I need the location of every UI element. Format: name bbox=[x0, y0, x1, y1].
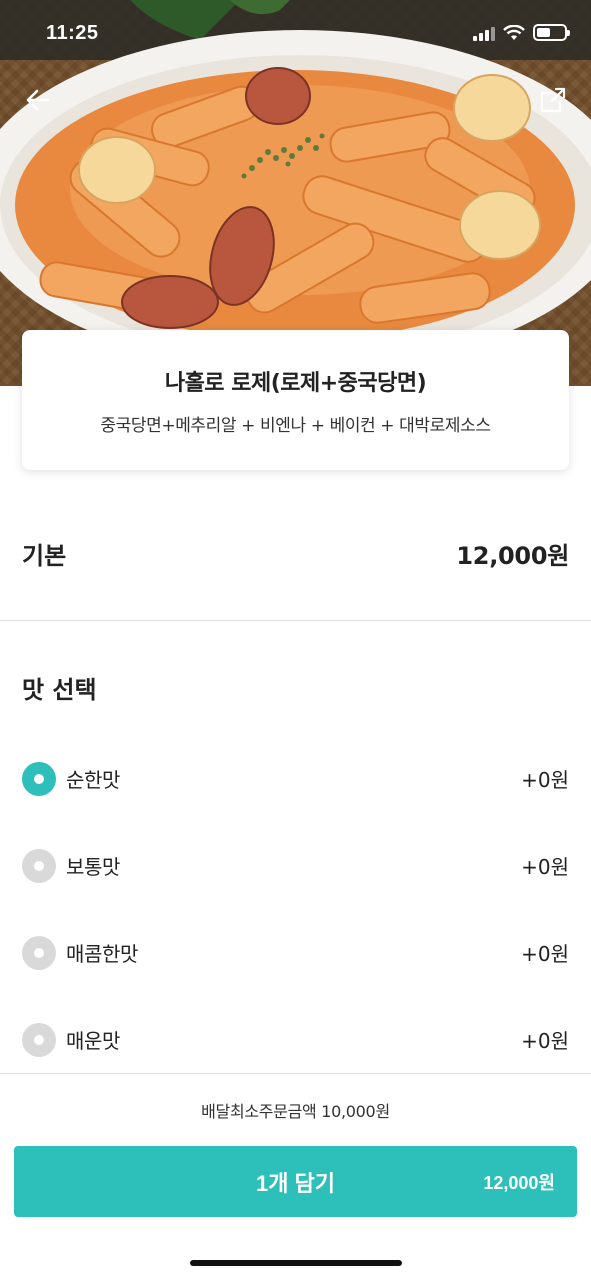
menu-info-card: 나홀로 로제(로제+중국당면) 중국당면+메추리알 + 비엔나 + 베이컨 + … bbox=[22, 330, 569, 470]
battery-icon bbox=[533, 24, 570, 41]
option-label: 매콤한맛 bbox=[66, 942, 138, 966]
taste-option-list: 순한맛 +0원 보통맛 +0원 매콤한맛 +0원 매운맛 +0원 bbox=[22, 735, 569, 1083]
share-button[interactable] bbox=[535, 82, 571, 118]
option-label: 보통맛 bbox=[66, 855, 120, 879]
signal-icon bbox=[473, 25, 495, 41]
status-icons bbox=[473, 24, 570, 41]
menu-title: 나홀로 로제(로제+중국당면) bbox=[164, 370, 427, 396]
share-icon bbox=[540, 87, 566, 113]
option-price: +0원 bbox=[521, 942, 569, 966]
radio-unchecked-icon[interactable] bbox=[22, 935, 56, 970]
add-to-cart-button[interactable]: 1개 담기 12,000원 bbox=[14, 1146, 577, 1217]
radio-checked-icon[interactable] bbox=[22, 761, 56, 796]
home-indicator bbox=[190, 1260, 402, 1266]
option-price: +0원 bbox=[521, 855, 569, 879]
taste-option-spicy[interactable]: 매운맛 +0원 bbox=[22, 996, 569, 1083]
taste-option-mild[interactable]: 순한맛 +0원 bbox=[22, 735, 569, 822]
taste-option-spicy-mild[interactable]: 매콤한맛 +0원 bbox=[22, 909, 569, 996]
option-label: 매운맛 bbox=[66, 1029, 120, 1053]
status-time: 11:25 bbox=[46, 22, 99, 44]
option-price: +0원 bbox=[521, 768, 569, 792]
min-order-notice: 배달최소주문금액 10,000원 bbox=[201, 1102, 390, 1121]
divider bbox=[0, 1073, 591, 1074]
radio-unchecked-icon[interactable] bbox=[22, 1022, 56, 1057]
base-price-row: 기본 12,000원 bbox=[22, 530, 569, 576]
cart-button-price: 12,000원 bbox=[483, 1173, 555, 1193]
divider bbox=[0, 620, 591, 621]
wifi-icon bbox=[503, 24, 525, 40]
menu-description: 중국당면+메추리알 + 비엔나 + 베이컨 + 대박로제소스 bbox=[100, 415, 491, 436]
option-price: +0원 bbox=[521, 1029, 569, 1053]
back-button[interactable] bbox=[20, 82, 56, 118]
arrow-left-icon bbox=[26, 89, 50, 111]
option-label: 순한맛 bbox=[66, 768, 120, 792]
menu-photo: 11:25 bbox=[0, 0, 591, 386]
taste-option-medium[interactable]: 보통맛 +0원 bbox=[22, 822, 569, 909]
base-price: 12,000원 bbox=[456, 541, 569, 570]
status-bar: 11:25 bbox=[0, 0, 591, 70]
base-label: 기본 bbox=[22, 541, 67, 570]
radio-unchecked-icon[interactable] bbox=[22, 848, 56, 883]
section-title-taste: 맛 선택 bbox=[22, 676, 97, 704]
